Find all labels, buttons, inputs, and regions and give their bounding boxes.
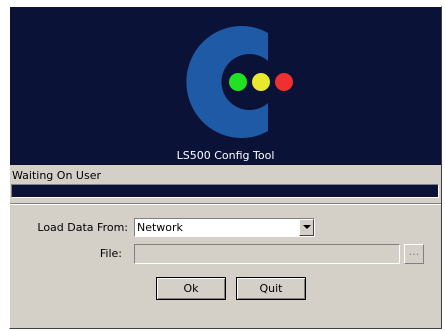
green-light-icon xyxy=(229,73,247,91)
app-title: LS500 Config Tool xyxy=(176,149,275,162)
progress-bar xyxy=(11,184,439,198)
ok-button[interactable]: Ok xyxy=(156,277,226,300)
config-tool-window: LS500 Config Tool Waiting On User Load D… xyxy=(9,6,442,329)
separator xyxy=(10,203,441,205)
load-data-select[interactable]: Network xyxy=(134,218,315,237)
load-data-value: Network xyxy=(137,221,183,234)
red-light-icon xyxy=(275,73,293,91)
file-label: File: xyxy=(99,247,122,260)
dropdown-button[interactable] xyxy=(299,219,314,236)
splash-banner: LS500 Config Tool xyxy=(10,7,441,165)
browse-button[interactable]: ... xyxy=(404,244,424,264)
status-text: Waiting On User xyxy=(12,169,101,182)
chevron-down-icon xyxy=(303,225,311,229)
file-field[interactable] xyxy=(134,244,400,264)
quit-button[interactable]: Quit xyxy=(236,277,306,300)
yellow-light-icon xyxy=(252,73,270,91)
splash-logo xyxy=(186,26,293,138)
load-data-label: Load Data From: xyxy=(37,221,128,234)
traffic-lights-icon xyxy=(229,73,293,91)
